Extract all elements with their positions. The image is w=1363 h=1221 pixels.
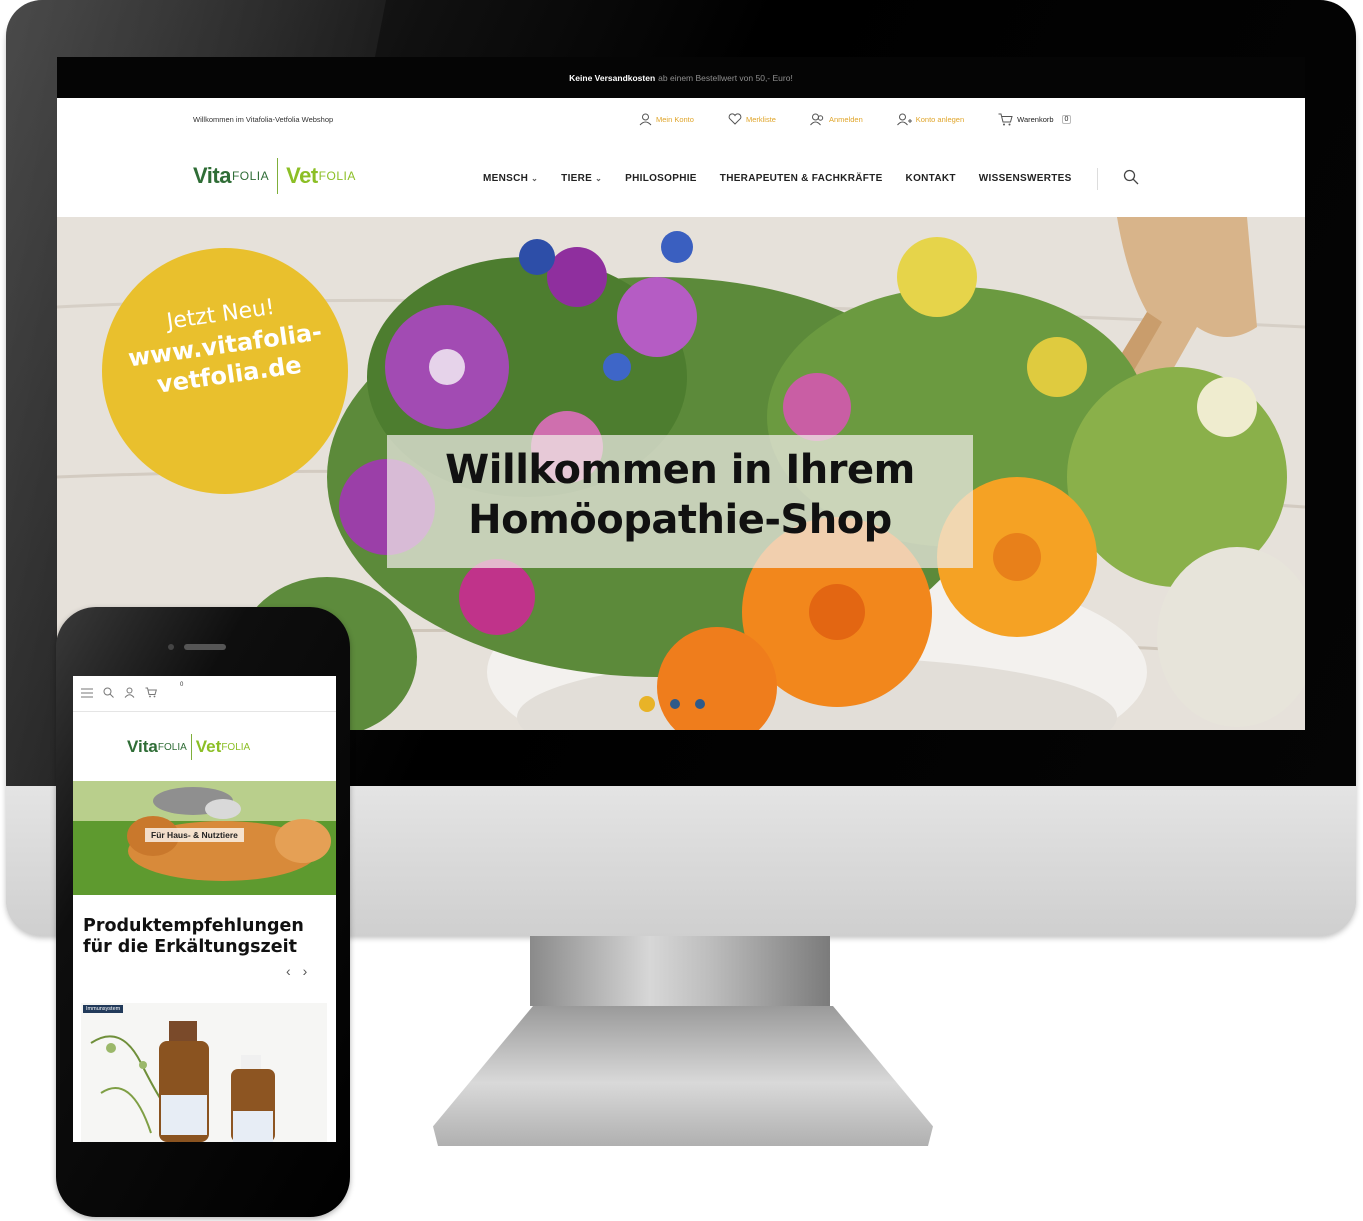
phone-camera bbox=[168, 644, 174, 650]
account-link-label: Mein Konto bbox=[656, 114, 694, 124]
mobile-cart-count: 0 bbox=[180, 682, 184, 688]
carousel-arrows: ‹ › bbox=[286, 963, 307, 979]
nav-divider bbox=[1096, 167, 1098, 190]
slider-dot-3[interactable] bbox=[695, 699, 705, 709]
logo-vita: Vita bbox=[127, 737, 158, 756]
nav-item-wissenswertes[interactable]: WISSENSWERTES bbox=[979, 173, 1072, 184]
logo-vet: Vet bbox=[286, 163, 318, 188]
account-link[interactable]: Mein Konto bbox=[639, 113, 694, 126]
welcome-text: Willkommen im Vitafolia-Vetfolia Webshop bbox=[193, 114, 334, 124]
user-icon bbox=[639, 113, 652, 126]
product-tag: Immunsystem bbox=[83, 1005, 124, 1013]
chevron-down-icon: ⌄ bbox=[531, 174, 539, 183]
mobile-screen: 0 Vita FOLIA Vet FOLIA Für Haus- & Nutzt… bbox=[73, 676, 336, 1142]
main-header: Vita FOLIA Vet FOLIA MENSCH ⌄ TIERE ⌄ PHIL… bbox=[57, 140, 1305, 217]
heart-icon bbox=[728, 113, 742, 125]
search-icon[interactable] bbox=[1123, 169, 1139, 188]
logo-vet-suffix: FOLIA bbox=[318, 169, 356, 183]
logo-vet-suffix: FOLIA bbox=[221, 741, 251, 753]
logo-vita-suffix: FOLIA bbox=[157, 741, 187, 753]
register-link[interactable]: Konto anlegen bbox=[896, 113, 965, 126]
logo-vet: Vet bbox=[195, 737, 222, 756]
register-link-label: Konto anlegen bbox=[915, 114, 965, 124]
nav-item-mensch[interactable]: MENSCH ⌄ bbox=[483, 173, 538, 184]
logo-vita: Vita bbox=[193, 163, 231, 188]
mobile-pets-banner[interactable]: Für Haus- & Nutztiere bbox=[73, 781, 336, 895]
chevron-right-icon[interactable]: › bbox=[303, 963, 308, 979]
mobile-banner-label: Für Haus- & Nutztiere bbox=[145, 828, 244, 842]
cart-icon[interactable] bbox=[145, 685, 157, 703]
monitor-stand-foot bbox=[433, 1006, 933, 1146]
user-links: Mein Konto Merkliste Anmelden Konto anle… bbox=[639, 98, 1072, 140]
login-link-label: Anmelden bbox=[828, 114, 863, 124]
hero-title-line1: Willkommen in Ihrem bbox=[445, 447, 915, 493]
shipping-banner-text: ab einem Bestellwert von 50,- Euro! bbox=[658, 72, 793, 83]
search-icon[interactable] bbox=[103, 685, 114, 703]
product-mockup: Keine Versandkosten ab einem Bestellwert… bbox=[0, 0, 1363, 1221]
logo-vita-suffix: FOLIA bbox=[231, 169, 270, 183]
cart-count-badge: 0 bbox=[1061, 114, 1072, 124]
phone-speaker bbox=[184, 644, 226, 650]
wishlist-link-label: Merkliste bbox=[745, 114, 776, 124]
site-logo[interactable]: Vita FOLIA Vet FOLIA bbox=[193, 156, 356, 196]
hero-title: Willkommen in Ihrem Homöopathie-Shop bbox=[387, 445, 973, 545]
cart-link[interactable]: Warenkorb 0 bbox=[998, 113, 1072, 126]
chevron-down-icon: ⌄ bbox=[595, 174, 603, 183]
mobile-section-title: Produktempfehlungen für die Erkältungsze… bbox=[83, 916, 304, 957]
main-nav: MENSCH ⌄ TIERE ⌄ PHILOSOPHIE THERAPEUTEN &… bbox=[483, 140, 1139, 217]
logo-divider bbox=[277, 158, 279, 194]
shipping-banner-bold: Keine Versandkosten bbox=[569, 72, 656, 83]
chevron-left-icon[interactable]: ‹ bbox=[286, 963, 291, 979]
user-icon[interactable] bbox=[124, 685, 135, 703]
product-bottles-image bbox=[90, 1021, 275, 1142]
nav-item-label: TIERE bbox=[561, 173, 593, 184]
add-user-icon bbox=[896, 113, 912, 126]
nav-item-therapeuten[interactable]: THERAPEUTEN & FACHKRÄFTE bbox=[720, 173, 883, 184]
logo-divider bbox=[190, 734, 192, 760]
login-link[interactable]: Anmelden bbox=[810, 113, 863, 126]
shipping-banner: Keine Versandkosten ab einem Bestellwert… bbox=[57, 57, 1305, 98]
nav-item-label: MENSCH bbox=[483, 173, 529, 184]
product-card[interactable]: Immunsystem bbox=[81, 1003, 327, 1142]
user-bar: Willkommen im Vitafolia-Vetfolia Webshop… bbox=[57, 98, 1305, 140]
slider-dots bbox=[639, 696, 705, 712]
cart-icon bbox=[998, 113, 1013, 126]
menu-icon[interactable] bbox=[81, 685, 93, 703]
monitor-stand-neck bbox=[530, 936, 830, 1006]
nav-item-philosophie[interactable]: PHILOSOPHIE bbox=[625, 173, 697, 184]
slider-dot-2[interactable] bbox=[670, 699, 680, 709]
mobile-logo[interactable]: Vita FOLIA Vet FOLIA bbox=[127, 734, 250, 760]
users-icon bbox=[810, 113, 825, 126]
nav-item-kontakt[interactable]: KONTAKT bbox=[906, 173, 956, 184]
hero-title-line2: Homöopathie-Shop bbox=[468, 497, 892, 543]
wishlist-link[interactable]: Merkliste bbox=[728, 113, 776, 125]
mobile-header: 0 bbox=[73, 676, 336, 712]
slider-dot-1[interactable] bbox=[639, 696, 655, 712]
cart-link-label: Warenkorb bbox=[1017, 114, 1054, 124]
nav-item-tiere[interactable]: TIERE ⌄ bbox=[561, 173, 602, 184]
